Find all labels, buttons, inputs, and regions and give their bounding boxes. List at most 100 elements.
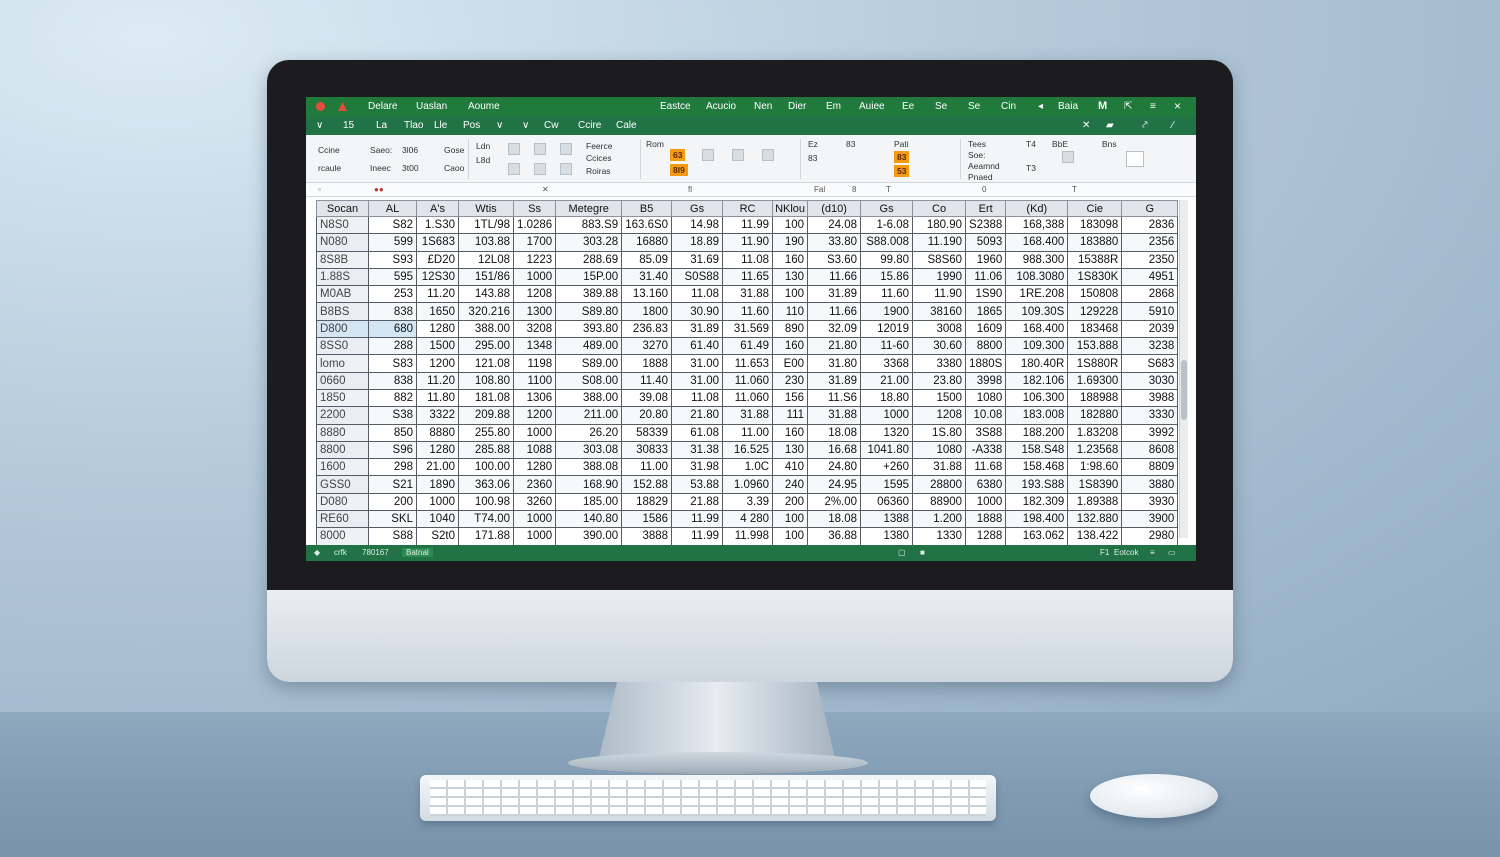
table-cell[interactable]: 11.06: [965, 267, 1007, 287]
table-cell[interactable]: 1.0C: [722, 458, 774, 477]
spreadsheet-grid[interactable]: Socan AL A's Wtis Ss Metegre B5 Gs RC NKlou (d10) G…: [316, 200, 1179, 546]
table-cell[interactable]: 1595: [860, 475, 914, 494]
menu-item[interactable]: Acucio: [706, 101, 736, 112]
table-cell[interactable]: S08.00: [555, 371, 623, 390]
table-cell[interactable]: 389.88: [555, 285, 623, 304]
table-cell[interactable]: 108.3080: [1005, 267, 1069, 287]
table-cell[interactable]: 11.190: [912, 233, 967, 252]
table-cell[interactable]: 298: [368, 458, 417, 477]
table-cell[interactable]: 1890: [416, 475, 459, 494]
column-header[interactable]: Ss: [512, 200, 557, 217]
table-cell[interactable]: 1088: [512, 440, 557, 460]
table-cell[interactable]: 850: [368, 423, 417, 442]
menu-item[interactable]: Uaslan: [416, 101, 447, 112]
table-cell[interactable]: 1288: [965, 527, 1007, 546]
menu-item[interactable]: Se: [935, 101, 947, 112]
table-cell[interactable]: 599: [368, 233, 417, 252]
table-cell[interactable]: 2360: [512, 475, 557, 494]
table-cell[interactable]: 11.99: [671, 527, 724, 546]
table-cell[interactable]: 3322: [416, 406, 459, 425]
table-cell[interactable]: 1500: [912, 388, 967, 408]
table-cell[interactable]: 24.95: [807, 475, 862, 494]
table-cell[interactable]: 12L08: [458, 250, 514, 269]
cell-reference-icon[interactable]: ●●: [374, 185, 384, 194]
menu-item[interactable]: Baia: [1058, 101, 1078, 112]
table-cell[interactable]: 183468: [1067, 319, 1123, 339]
table-cell[interactable]: 1S683: [416, 233, 459, 252]
table-cell[interactable]: 16880: [621, 233, 673, 252]
table-cell[interactable]: 295.00: [458, 337, 514, 356]
table-cell[interactable]: 3880: [1121, 475, 1179, 494]
table-cell[interactable]: 168.400: [1005, 319, 1069, 339]
table-cell[interactable]: S83: [368, 354, 417, 373]
table-cell[interactable]: 3368: [860, 354, 914, 373]
menu-item[interactable]: Eastce: [660, 101, 691, 112]
table-cell[interactable]: 1865: [965, 302, 1007, 321]
format-button-icon[interactable]: [1126, 151, 1144, 167]
table-cell[interactable]: £D20: [416, 250, 459, 269]
table-cell[interactable]: 32.09: [807, 319, 862, 339]
column-header[interactable]: G: [1121, 200, 1179, 217]
fx-icon[interactable]: ✕: [542, 185, 549, 194]
table-cell[interactable]: 38160: [912, 302, 967, 321]
table-cell[interactable]: 33.80: [807, 233, 862, 252]
ribbon-label[interactable]: 3l06: [402, 145, 418, 155]
hamburger-menu-icon[interactable]: ≡: [1150, 101, 1156, 112]
view-layout-icon[interactable]: ■: [920, 548, 925, 557]
edit-icon[interactable]: ⁄: [1172, 120, 1174, 131]
table-cell[interactable]: 1900: [860, 302, 914, 321]
column-header[interactable]: NKlou: [772, 200, 809, 217]
tab-item[interactable]: La: [376, 120, 387, 131]
table-cell[interactable]: 31.38: [671, 440, 724, 460]
table-cell[interactable]: 1000: [512, 267, 557, 287]
column-header[interactable]: Ert: [965, 200, 1007, 217]
ribbon-label[interactable]: T4: [1026, 139, 1036, 149]
table-cell[interactable]: 8608: [1121, 440, 1179, 460]
table-cell[interactable]: 24.80: [807, 458, 862, 477]
column-header[interactable]: Cie: [1067, 200, 1123, 217]
table-cell[interactable]: 200: [772, 492, 809, 512]
table-cell[interactable]: 3270: [621, 337, 673, 356]
table-cell[interactable]: 1TL/98: [458, 215, 514, 235]
table-cell[interactable]: 1.69300: [1067, 371, 1123, 390]
table-cell[interactable]: 320.216: [458, 302, 514, 321]
table-cell[interactable]: 158.468: [1005, 458, 1069, 477]
row-label-cell[interactable]: N080: [316, 233, 369, 252]
chevron-down-icon[interactable]: ∨: [316, 120, 323, 131]
table-cell[interactable]: S82: [368, 215, 417, 235]
ribbon-label[interactable]: Tees: [968, 139, 986, 149]
table-cell[interactable]: 2350: [1121, 250, 1179, 269]
table-cell[interactable]: 61.08: [671, 423, 724, 442]
table-cell[interactable]: 3992: [1121, 423, 1179, 442]
column-header[interactable]: Co: [912, 200, 967, 217]
table-cell[interactable]: 132.880: [1067, 510, 1123, 529]
menu-item[interactable]: M: [1098, 100, 1107, 112]
table-cell[interactable]: 1888: [621, 354, 673, 373]
ribbon-label[interactable]: 83: [808, 153, 817, 163]
format-button-icon[interactable]: [534, 163, 546, 175]
table-cell[interactable]: 21.80: [807, 337, 862, 356]
table-cell[interactable]: 11.60: [722, 302, 774, 321]
table-cell[interactable]: 61.49: [722, 337, 774, 356]
table-cell[interactable]: 8880: [416, 423, 459, 442]
table-cell[interactable]: S3.60: [807, 250, 862, 269]
tab-item[interactable]: Cale: [616, 120, 637, 131]
close-dot-icon[interactable]: [316, 102, 325, 111]
table-cell[interactable]: 1348: [512, 337, 557, 356]
row-label-cell[interactable]: B8BS: [316, 302, 369, 321]
table-cell[interactable]: 838: [368, 371, 417, 390]
table-cell[interactable]: 31.98: [671, 458, 724, 477]
table-cell[interactable]: 160: [772, 337, 809, 356]
ribbon-label[interactable]: Soe:: [968, 150, 986, 160]
table-cell[interactable]: 18.08: [807, 510, 862, 529]
table-cell[interactable]: 109.30S: [1005, 302, 1069, 321]
table-cell[interactable]: 152.88: [621, 475, 673, 494]
table-cell[interactable]: 180.40R: [1005, 354, 1069, 373]
ribbon-label[interactable]: 3t00: [402, 163, 419, 173]
row-label-cell[interactable]: lomo: [316, 354, 369, 373]
column-header[interactable]: Gs: [860, 200, 914, 217]
table-cell[interactable]: 11.00: [722, 423, 774, 442]
table-cell[interactable]: 198.400: [1005, 510, 1069, 529]
table-cell[interactable]: 303.08: [555, 440, 623, 460]
table-cell[interactable]: 1198: [512, 354, 557, 373]
